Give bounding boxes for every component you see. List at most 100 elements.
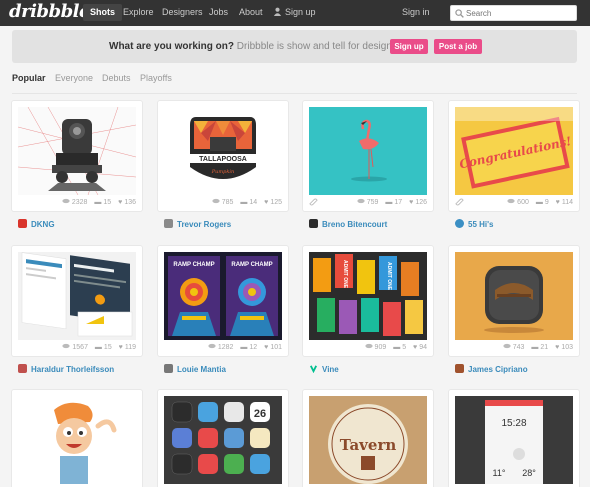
nav-signin[interactable]: Sign in: [402, 7, 430, 18]
author-name[interactable]: Breno Bitencourt: [322, 220, 387, 229]
shot-image[interactable]: Tavern: [309, 396, 427, 484]
shot-image[interactable]: Congratulations!: [455, 107, 573, 195]
author-name[interactable]: DKNG: [31, 220, 55, 229]
app-icon-illustration: [455, 252, 573, 340]
tab-debuts[interactable]: Debuts: [102, 73, 131, 83]
comment-icon: ▬: [393, 344, 401, 351]
heart-icon[interactable]: ♥: [555, 344, 559, 351]
avatar[interactable]: [164, 219, 173, 228]
tabs-divider: [12, 93, 577, 94]
shot-image[interactable]: TALLAPOOSA Pumpkin: [164, 107, 282, 195]
author-name[interactable]: Louie Mantia: [177, 365, 226, 374]
admit-text: ADMIT ONE: [342, 260, 348, 289]
shot-card[interactable]: 2328 ▬ 15 ♥ 136: [12, 101, 142, 211]
author-name[interactable]: 55 Hi's: [468, 220, 493, 229]
shot-image[interactable]: 26: [164, 396, 282, 484]
heart-icon[interactable]: ♥: [409, 199, 413, 206]
search-input[interactable]: [466, 7, 574, 19]
nav-about[interactable]: About: [239, 7, 263, 18]
tavern-coaster: Tavern: [309, 396, 427, 484]
author-name[interactable]: Haraldur Thorleifsson: [31, 365, 114, 374]
comments-count: 9: [544, 199, 549, 206]
shot-image[interactable]: [309, 107, 427, 195]
shot-card[interactable]: 759 ▬ 17 ♥ 126: [303, 101, 433, 211]
banner-signup-button[interactable]: Sign up: [390, 39, 428, 54]
likes-count: 125: [270, 199, 282, 206]
dribbble-logo[interactable]: dribbble: [9, 1, 90, 22]
views-count: 909: [374, 344, 387, 351]
shot-card[interactable]: ADMIT ONE ADMIT ONE 909 ▬ 5 ♥ 94: [303, 246, 433, 356]
comment-icon: ▬: [240, 344, 248, 351]
avatar[interactable]: [164, 364, 173, 373]
likes-count: 103: [561, 344, 573, 351]
svg-text:26: 26: [254, 408, 266, 420]
likes-count: 114: [561, 199, 573, 206]
nav-signup[interactable]: Sign up: [273, 7, 316, 18]
shot-image[interactable]: [18, 252, 136, 340]
shot-stats: 2328 ▬ 15 ♥ 136: [62, 198, 136, 206]
eye-icon: [62, 343, 70, 349]
shot-card[interactable]: 1567 ▬ 15 ♥ 119: [12, 246, 142, 356]
shot-image[interactable]: [18, 107, 136, 195]
search-box[interactable]: [450, 5, 577, 21]
user-icon: [273, 7, 282, 16]
post-job-button[interactable]: Post a job: [434, 39, 482, 54]
shot-card[interactable]: 743 ▬ 21 ♥ 103: [449, 246, 579, 356]
shot-card[interactable]: 26: [158, 390, 288, 487]
vine-logo-icon[interactable]: [309, 364, 318, 373]
heart-icon[interactable]: ♥: [264, 199, 268, 206]
avatar[interactable]: [455, 364, 464, 373]
shot-card[interactable]: 15:28 11° 28°: [449, 390, 579, 487]
avatar[interactable]: [18, 364, 27, 373]
comments-count: 17: [394, 199, 403, 206]
avatar[interactable]: [309, 219, 318, 228]
shot-image[interactable]: [18, 396, 136, 484]
author-name[interactable]: Vine: [322, 365, 339, 374]
website-mockups: [18, 252, 136, 340]
eye-icon: [212, 198, 220, 204]
nav-explore[interactable]: Explore: [123, 7, 154, 18]
ramp-champ-game: RAMP CHAMP RAMP CHAMP: [164, 252, 282, 340]
nav-jobs[interactable]: Jobs: [209, 7, 228, 18]
views-count: 2328: [71, 199, 88, 206]
heart-icon[interactable]: ♥: [119, 344, 123, 351]
heart-icon[interactable]: ♥: [556, 199, 560, 206]
views-count: 1282: [217, 344, 234, 351]
banner-text: What are you working on? Dribbble is sho…: [109, 41, 409, 52]
tab-popular[interactable]: Popular: [12, 73, 46, 83]
temp-high: 28°: [522, 468, 536, 478]
comment-icon: ▬: [94, 344, 102, 351]
nav-shots[interactable]: Shots: [83, 4, 123, 21]
heart-icon[interactable]: ♥: [118, 199, 122, 206]
shot-card[interactable]: Tavern: [303, 390, 433, 487]
views-count: 785: [221, 199, 234, 206]
ramp-champ-title: RAMP CHAMP: [231, 262, 272, 268]
heart-icon[interactable]: ♥: [264, 344, 268, 351]
shot-stats: 785 ▬ 14 ♥ 125: [212, 198, 282, 206]
shot-card[interactable]: [12, 390, 142, 487]
avatar[interactable]: [455, 219, 464, 228]
shot-stats: 759 ▬ 17 ♥ 126: [357, 198, 427, 206]
boy-character: [18, 396, 136, 484]
shot-image[interactable]: 15:28 11° 28°: [455, 396, 573, 484]
tab-everyone[interactable]: Everyone: [55, 73, 93, 83]
shot-card[interactable]: TALLAPOOSA Pumpkin 785 ▬ 14 ♥ 125: [158, 101, 288, 211]
welcome-banner: What are you working on? Dribbble is sho…: [12, 30, 577, 63]
eye-icon: [503, 343, 511, 349]
avatar[interactable]: [18, 219, 27, 228]
shot-image[interactable]: RAMP CHAMP RAMP CHAMP: [164, 252, 282, 340]
eye-icon: [364, 343, 373, 349]
author-name[interactable]: Trevor Rogers: [177, 220, 231, 229]
author-name[interactable]: James Cipriano: [468, 365, 528, 374]
comment-icon: ▬: [94, 199, 102, 206]
shot-image[interactable]: [455, 252, 573, 340]
tallapoosa-badge: TALLAPOOSA Pumpkin: [164, 107, 282, 195]
shot-image[interactable]: ADMIT ONE ADMIT ONE: [309, 252, 427, 340]
tab-playoffs[interactable]: Playoffs: [140, 73, 172, 83]
eye-icon: [62, 198, 70, 204]
flamingo-illustration: [309, 107, 427, 195]
shot-card[interactable]: Congratulations! 600 ▬ 9 ♥ 114: [449, 101, 579, 211]
nav-designers[interactable]: Designers: [162, 7, 203, 18]
heart-icon[interactable]: ♥: [413, 344, 417, 351]
shot-card[interactable]: RAMP CHAMP RAMP CHAMP 1282 ▬ 12 ♥ 101: [158, 246, 288, 356]
